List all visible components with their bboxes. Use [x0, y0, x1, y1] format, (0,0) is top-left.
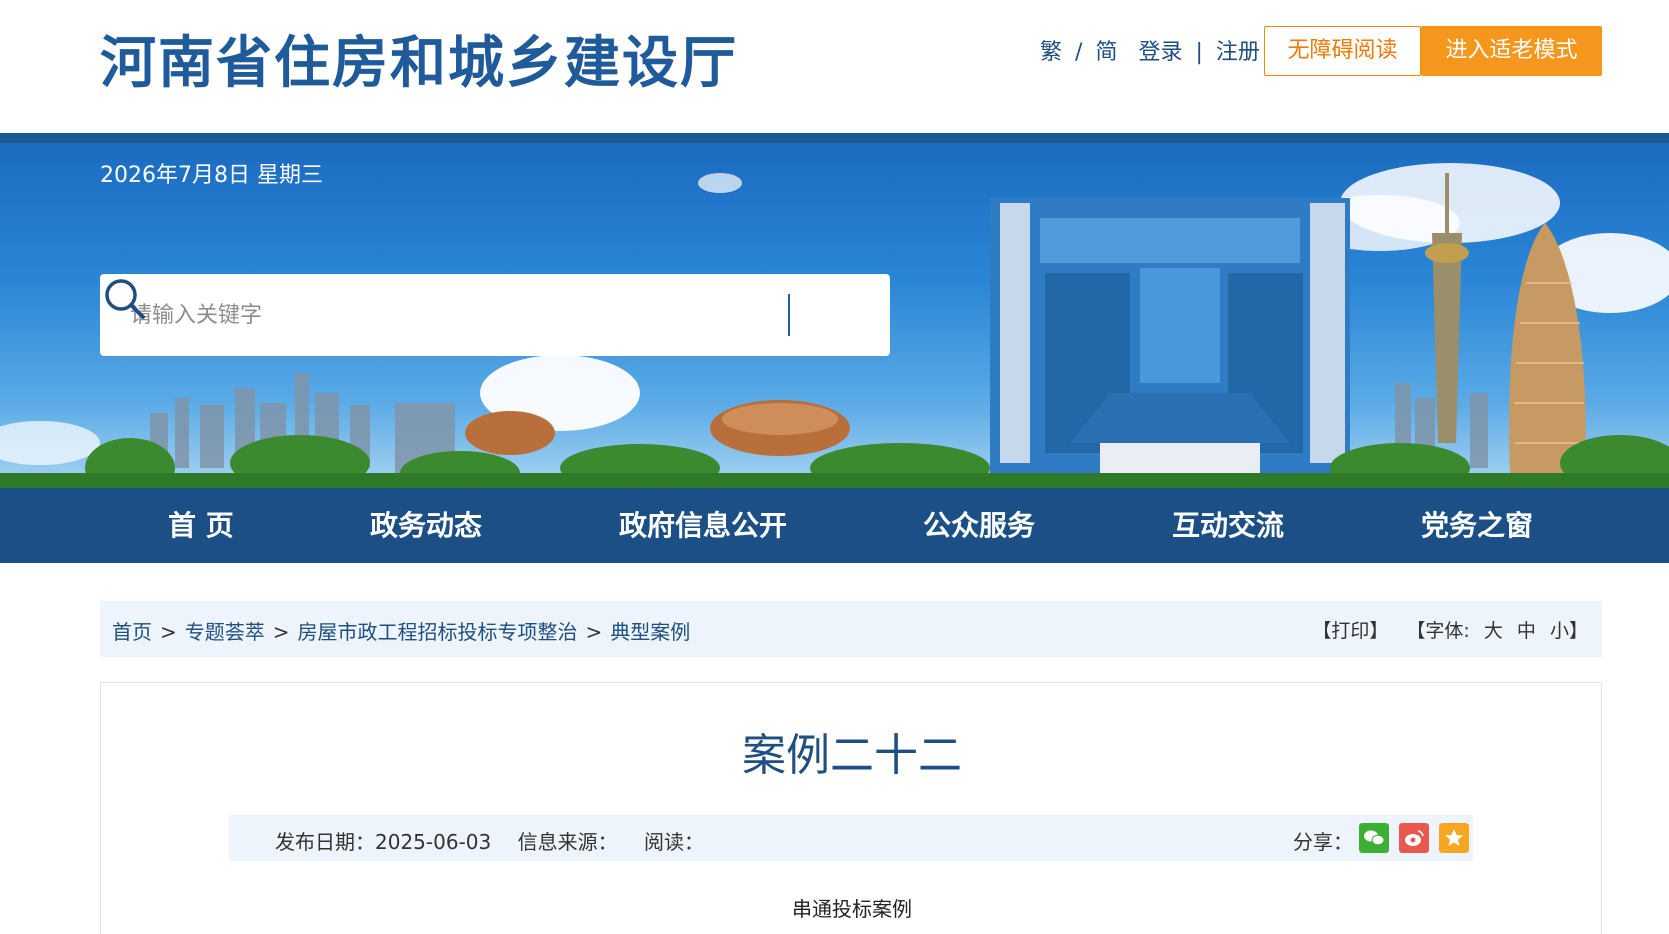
publish-date: 发布日期：2025-06-03 — [275, 830, 492, 854]
banner: 2026年7月8日 星期三 — [0, 143, 1669, 488]
register-link[interactable]: 注册 — [1216, 34, 1260, 66]
breadcrumb-item-home[interactable]: 首页 — [112, 620, 152, 644]
read-count: 阅读： — [643, 830, 704, 854]
page-tools: 【打印】 【字体: 大 中 小】 — [1312, 616, 1588, 643]
top-header: 河南省住房和城乡建设厅 繁 / 简 登录 | 注册 无障碍阅读 进入适老模式 — [0, 0, 1669, 133]
print-link[interactable]: 【打印】 — [1312, 616, 1388, 643]
link-separator: | — [1195, 40, 1203, 65]
breadcrumb-item-special-rectification[interactable]: 房屋市政工程招标投标专项整治 — [298, 620, 578, 644]
breadcrumb-trail: 首页 > 专题荟萃 > 房屋市政工程招标投标专项整治 > 典型案例 — [112, 616, 690, 645]
main-nav: 首 页 政务动态 政府信息公开 公众服务 互动交流 党务之窗 — [0, 488, 1669, 563]
breadcrumb: 首页 > 专题荟萃 > 房屋市政工程招标投标专项整治 > 典型案例 【打印】 【字体: 大 … — [100, 601, 1602, 657]
header-rule — [0, 133, 1669, 143]
star-icon[interactable] — [1439, 823, 1469, 853]
search-input[interactable] — [130, 294, 770, 336]
search-box — [100, 274, 890, 356]
article-meta: 发布日期：2025-06-03 信息来源： 阅读： — [275, 826, 724, 855]
share-label: 分享： — [1293, 830, 1353, 854]
banner-date: 2026年7月8日 星期三 — [100, 163, 323, 188]
breadcrumb-separator: > — [160, 620, 177, 644]
font-size-small[interactable]: 小】 — [1550, 616, 1588, 643]
breadcrumb-item-typical-cases[interactable]: 典型案例 — [610, 620, 690, 644]
article-meta-bar: 发布日期：2025-06-03 信息来源： 阅读： 分享： — [229, 815, 1473, 861]
breadcrumb-separator: > — [272, 620, 290, 644]
site-logo[interactable]: 河南省住房和城乡建设厅 — [100, 18, 738, 99]
nav-item-party-affairs[interactable]: 党务之窗 — [1421, 488, 1533, 563]
search-icon[interactable] — [100, 274, 150, 324]
top-links: 繁 / 简 登录 | 注册 — [1040, 34, 1260, 66]
article-container: 案例二十二 发布日期：2025-06-03 信息来源： 阅读： 分享： 串通投标… — [100, 682, 1602, 934]
lang-separator: / — [1075, 40, 1083, 65]
info-source: 信息来源： — [517, 830, 618, 854]
weibo-icon[interactable] — [1399, 823, 1429, 853]
breadcrumb-item-topics[interactable]: 专题荟萃 — [185, 620, 265, 644]
article-subtitle: 串通投标案例 — [792, 897, 912, 921]
lang-traditional-link[interactable]: 繁 — [1040, 34, 1062, 66]
nav-item-government-news[interactable]: 政务动态 — [370, 488, 482, 563]
lang-simplified-link[interactable]: 简 — [1095, 34, 1117, 66]
search-divider — [788, 294, 790, 336]
font-size-large[interactable]: 大 — [1484, 616, 1503, 643]
login-link[interactable]: 登录 — [1138, 34, 1182, 66]
nav-item-interaction[interactable]: 互动交流 — [1172, 488, 1284, 563]
nav-item-home[interactable]: 首 页 — [168, 488, 234, 563]
font-size-label: 【字体: — [1406, 620, 1470, 642]
font-size-medium[interactable]: 中 — [1517, 616, 1536, 643]
wechat-icon[interactable] — [1359, 823, 1389, 853]
accessible-reading-button[interactable]: 无障碍阅读 — [1264, 26, 1421, 76]
nav-item-public-services[interactable]: 公众服务 — [923, 488, 1035, 563]
breadcrumb-separator: > — [585, 620, 603, 644]
nav-item-info-disclosure[interactable]: 政府信息公开 — [619, 488, 787, 563]
article-title: 案例二十二 — [742, 730, 962, 781]
elderly-mode-button[interactable]: 进入适老模式 — [1421, 26, 1602, 76]
